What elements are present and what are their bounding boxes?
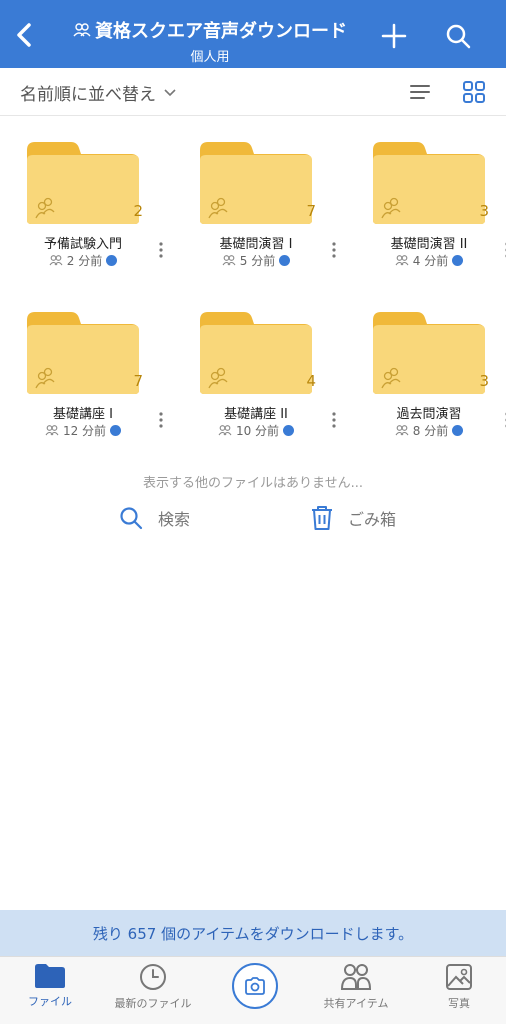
shared-people-icon [218,425,232,436]
page-subtitle: 個人用 [190,50,230,65]
folder-icon [35,964,65,988]
folder-meta: 4 分前 [354,252,504,269]
tab-bar: ファイル 最新のファイル 共有アイテム 写真 [0,956,506,1024]
folder-icon [27,142,139,224]
trash-action[interactable]: ごみ箱 [310,505,396,531]
clock-icon [140,964,166,990]
tab-photos-label: 写真 [448,997,470,1010]
tab-shared-label: 共有アイテム [323,997,389,1010]
trash-icon [312,506,332,530]
photo-icon [446,964,472,990]
folder-modified-time: 8 分前 [412,424,449,438]
chevron-down-icon [164,88,176,96]
trash-action-label: ごみ箱 [348,510,397,529]
folder-item-count: 3 [479,202,489,220]
folder-tile[interactable]: 3 基礎問演習 II 4 分前 [354,140,506,290]
folder-icon [27,312,139,394]
tab-recent[interactable]: 最新のファイル [108,963,198,1011]
folder-meta: 10 分前 [181,422,331,439]
folder-name: 基礎講座 II [224,407,288,422]
page-title: 資格スクエア音声ダウンロード [95,21,347,42]
folder-name: 過去問演習 [396,407,462,422]
more-options-icon[interactable] [156,240,166,260]
app-header: 資格スクエア音声ダウンロード 個人用 [0,0,506,68]
folder-name: 予備試験入門 [43,237,122,252]
folder-modified-time: 12 分前 [62,424,107,438]
shared-people-icon [395,425,409,436]
shared-people-icon [340,964,372,990]
sync-status-icon [283,425,295,436]
list-view-icon[interactable] [408,80,432,104]
folder-tile[interactable]: 7 基礎問演習 I 5 分前 [181,140,336,290]
sync-status-icon [110,425,122,436]
folder-item-count: 2 [133,202,143,220]
folder-modified-time: 10 分前 [235,424,280,438]
sync-status-icon [452,255,464,266]
shared-people-icon [395,255,409,266]
more-options-icon[interactable] [156,410,166,430]
more-options-icon[interactable] [329,410,339,430]
folder-item-count: 3 [479,372,489,390]
folder-modified-time: 2 分前 [66,254,103,268]
shared-people-icon [49,255,63,266]
tab-shared[interactable]: 共有アイテム [311,963,401,1011]
folder-name: 基礎問演習 II [390,237,468,252]
folder-tile[interactable]: 7 基礎講座 I 12 分前 [8,310,163,460]
search-icon [120,507,143,530]
search-icon[interactable] [444,22,472,50]
sync-status-icon [279,255,291,266]
more-options-icon[interactable] [502,240,506,260]
camera-icon [245,977,265,995]
grid-view-icon[interactable] [462,80,486,104]
folder-meta: 8 分前 [354,422,504,439]
tab-files-label: ファイル [28,995,72,1008]
folder-item-count: 4 [306,372,316,390]
search-action-label: 検索 [158,510,191,529]
title-block: 資格スクエア音声ダウンロード 個人用 [60,17,360,65]
sort-bar: 名前順に並べ替え [0,68,506,116]
sync-status-icon [106,255,118,266]
shared-people-icon [73,23,91,37]
shared-people-icon [222,255,236,266]
folder-tile[interactable]: 3 過去問演習 8 分前 [354,310,506,460]
download-status-banner: 残り 657 個のアイテムをダウンロードします。 [0,910,506,956]
camera-upload-button[interactable] [232,963,278,1009]
more-options-icon[interactable] [329,240,339,260]
folder-modified-time: 5 分前 [239,254,276,268]
folder-icon [200,142,312,224]
folder-modified-time: 4 分前 [412,254,449,268]
folder-icon [373,312,485,394]
folder-meta: 2 分前 [8,252,158,269]
folder-name: 基礎問演習 I [219,237,293,252]
sort-dropdown[interactable]: 名前順に並べ替え [20,80,176,105]
folder-meta: 12 分前 [8,422,158,439]
more-options-icon[interactable] [502,410,506,430]
sort-label: 名前順に並べ替え [20,85,156,105]
sync-status-icon [452,425,464,436]
empty-message: 表示する他のファイルはありません... [142,476,363,491]
folder-meta: 5 分前 [181,252,331,269]
tab-files[interactable]: ファイル [5,963,95,1009]
search-action[interactable]: 検索 [118,505,190,531]
tab-photos[interactable]: 写真 [414,963,504,1011]
folder-item-count: 7 [306,202,316,220]
folder-tile[interactable]: 2 予備試験入門 2 分前 [8,140,163,290]
folder-tile[interactable]: 4 基礎講座 II 10 分前 [181,310,336,460]
folder-icon [200,312,312,394]
shared-people-icon [45,425,59,436]
tab-recent-label: 最新のファイル [114,997,192,1010]
folder-name: 基礎講座 I [53,407,113,422]
folder-icon [373,142,485,224]
back-icon[interactable] [10,20,40,50]
add-icon[interactable] [380,22,408,50]
folder-item-count: 7 [133,372,143,390]
